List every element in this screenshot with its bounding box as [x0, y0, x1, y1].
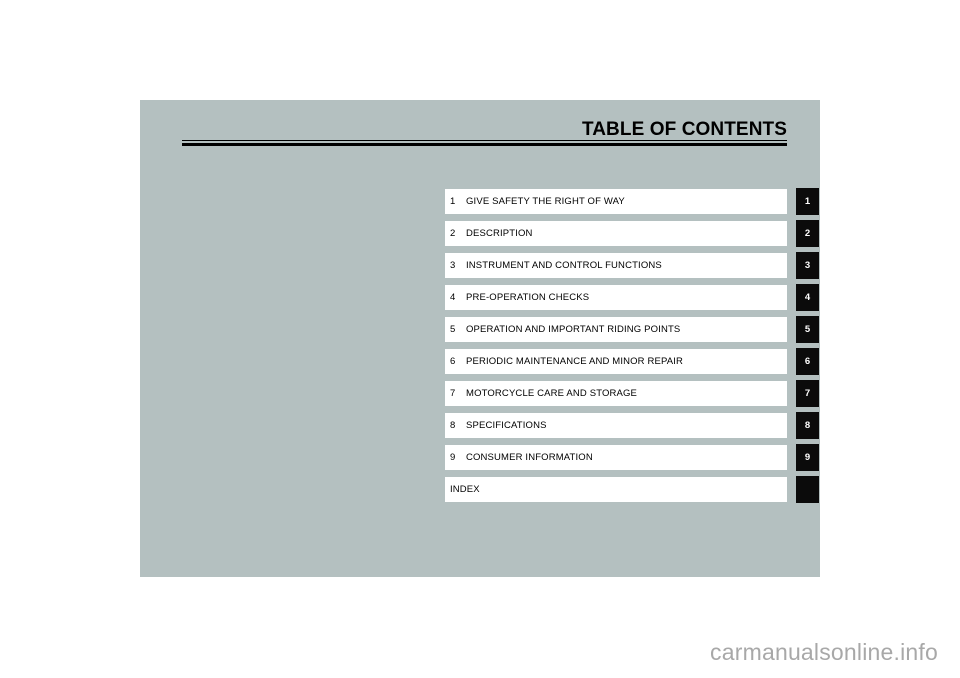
toc-entry-label: PERIODIC MAINTENANCE AND MINOR REPAIR: [466, 356, 684, 367]
toc-entry-label: INSTRUMENT AND CONTROL FUNCTIONS: [466, 260, 662, 271]
toc-list: 1 GIVE SAFETY THE RIGHT OF WAY 1 2 DESCRIPTI…: [445, 188, 819, 509]
toc-entry-number: 5: [450, 324, 456, 335]
toc-thumb-tab[interactable]: 2: [796, 220, 819, 247]
toc-entry[interactable]: 2 DESCRIPTION: [445, 221, 787, 246]
toc-entry[interactable]: 1 GIVE SAFETY THE RIGHT OF WAY: [445, 189, 787, 214]
page-title: TABLE OF CONTENTS: [581, 119, 787, 140]
toc-thumb-tab[interactable]: 4: [796, 284, 819, 311]
toc-entry-number: 3: [450, 260, 456, 271]
toc-row: 5 OPERATION AND IMPORTANT RIDING POINTS 5: [445, 316, 819, 343]
toc-entry-label: SPECIFICATIONS: [466, 420, 547, 431]
toc-entry-label: DESCRIPTION: [466, 228, 533, 239]
toc-entry-label: INDEX: [450, 484, 480, 495]
rule-line-thick: [182, 143, 787, 146]
toc-entry-number: 9: [450, 452, 456, 463]
toc-entry-number: 7: [450, 388, 456, 399]
toc-entry-number: 6: [450, 356, 456, 367]
toc-entry-number: 1: [450, 196, 456, 207]
toc-thumb-tab[interactable]: [796, 476, 819, 503]
toc-entry[interactable]: 6 PERIODIC MAINTENANCE AND MINOR REPAIR: [445, 349, 787, 374]
toc-row: 4 PRE-OPERATION CHECKS 4: [445, 284, 819, 311]
toc-entry[interactable]: INDEX: [445, 477, 787, 502]
toc-row: 7 MOTORCYCLE CARE AND STORAGE 7: [445, 380, 819, 407]
rule-line-thin: [182, 140, 787, 141]
toc-row: 2 DESCRIPTION 2: [445, 220, 819, 247]
toc-entry-label: OPERATION AND IMPORTANT RIDING POINTS: [466, 324, 681, 335]
toc-thumb-tab[interactable]: 1: [796, 188, 819, 215]
toc-row: 3 INSTRUMENT AND CONTROL FUNCTIONS 3: [445, 252, 819, 279]
toc-entry[interactable]: 3 INSTRUMENT AND CONTROL FUNCTIONS: [445, 253, 787, 278]
toc-entry-label: CONSUMER INFORMATION: [466, 452, 593, 463]
toc-row: INDEX: [445, 476, 819, 503]
toc-entry[interactable]: 5 OPERATION AND IMPORTANT RIDING POINTS: [445, 317, 787, 342]
toc-row: 1 GIVE SAFETY THE RIGHT OF WAY 1: [445, 188, 819, 215]
toc-thumb-tab[interactable]: 9: [796, 444, 819, 471]
toc-entry-number: 4: [450, 292, 456, 303]
toc-thumb-tab[interactable]: 5: [796, 316, 819, 343]
title-underline-rule: [182, 140, 787, 147]
toc-entry[interactable]: 9 CONSUMER INFORMATION: [445, 445, 787, 470]
site-watermark: carmanualsonline.info: [710, 639, 938, 665]
toc-entry[interactable]: 8 SPECIFICATIONS: [445, 413, 787, 438]
toc-entry-label: GIVE SAFETY THE RIGHT OF WAY: [466, 196, 625, 207]
toc-entry[interactable]: 4 PRE-OPERATION CHECKS: [445, 285, 787, 310]
toc-entry-number: 8: [450, 420, 456, 431]
toc-entry-number: 2: [450, 228, 456, 239]
toc-entry-label: MOTORCYCLE CARE AND STORAGE: [466, 388, 638, 399]
toc-thumb-tab[interactable]: 7: [796, 380, 819, 407]
toc-row: 9 CONSUMER INFORMATION 9: [445, 444, 819, 471]
toc-row: 6 PERIODIC MAINTENANCE AND MINOR REPAIR 6: [445, 348, 819, 375]
toc-entry[interactable]: 7 MOTORCYCLE CARE AND STORAGE: [445, 381, 787, 406]
toc-entry-label: PRE-OPERATION CHECKS: [466, 292, 590, 303]
toc-row: 8 SPECIFICATIONS 8: [445, 412, 819, 439]
toc-thumb-tab[interactable]: 8: [796, 412, 819, 439]
toc-thumb-tab[interactable]: 3: [796, 252, 819, 279]
toc-thumb-tab[interactable]: 6: [796, 348, 819, 375]
